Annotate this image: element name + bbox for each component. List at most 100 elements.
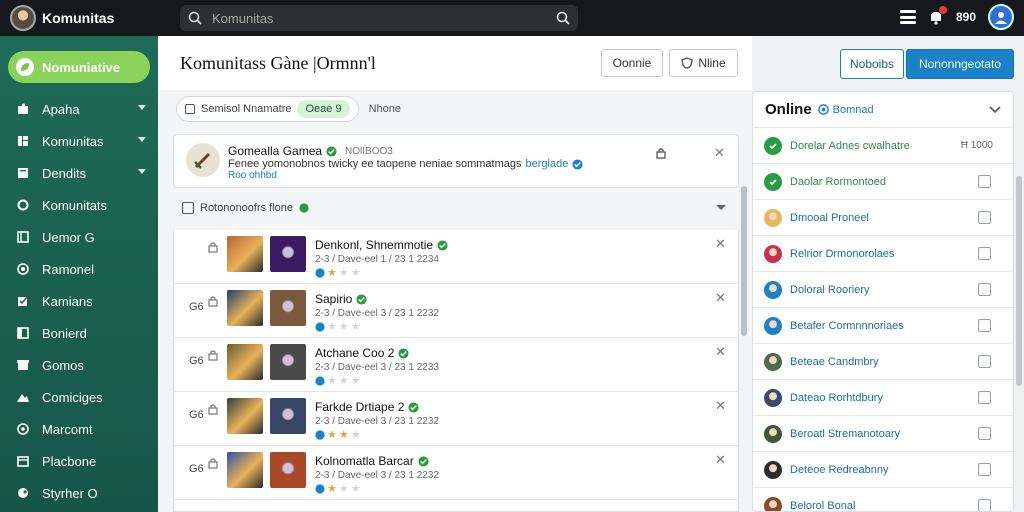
close-icon[interactable]: ✕ (715, 452, 726, 468)
game-thumbnail[interactable] (270, 290, 306, 326)
right-button-secondary[interactable]: Noboibs (840, 49, 904, 79)
friend-row[interactable]: Daolar Rormontoed (753, 164, 1013, 200)
brand[interactable]: Komunitas (0, 5, 170, 31)
friend-checkbox[interactable] (978, 211, 991, 224)
checkbox-icon[interactable] (185, 104, 195, 114)
friend-checkbox[interactable] (978, 247, 991, 260)
lock-icon[interactable] (208, 241, 218, 256)
friend-name[interactable]: Dateao Rorhtdbury (790, 392, 883, 404)
friend-row[interactable]: Dmooal Proneel (753, 200, 1013, 236)
sidebar-item[interactable]: Dendits (0, 157, 158, 189)
chevron-down-icon[interactable] (138, 169, 146, 175)
game-name[interactable]: Denkonl, Shnemmotie (315, 238, 433, 252)
game-name[interactable]: Kolnomatla Barcar (315, 454, 414, 468)
sidebar-cta-button[interactable]: Nomuniative (8, 51, 150, 83)
friend-row[interactable]: Relrior Drmonorolaes (753, 236, 1013, 272)
chevron-down-icon[interactable] (715, 204, 727, 212)
friend-row[interactable]: Belorol Bonal (753, 488, 1013, 512)
lock-icon[interactable] (208, 349, 218, 364)
right-scrollbar[interactable] (1016, 176, 1022, 386)
featured-more-link[interactable]: Roo ohhbd (228, 170, 277, 181)
friend-avatar[interactable] (764, 352, 782, 371)
scrollbar[interactable] (741, 186, 747, 336)
friend-avatar[interactable] (764, 424, 782, 443)
sidebar-item[interactable]: Styrher O (0, 477, 158, 509)
friend-avatar[interactable] (764, 460, 782, 479)
game-name[interactable]: Sapirio (315, 292, 352, 306)
lock-icon[interactable] (655, 147, 667, 162)
sidebar-item[interactable]: Komunitas (0, 125, 158, 157)
filter-chip[interactable]: Semisol Nnamatre Oeae 9 (176, 96, 359, 122)
friend-name[interactable]: Belorol Bonal (790, 500, 855, 512)
friend-avatar[interactable] (764, 388, 782, 407)
friend-avatar[interactable] (764, 208, 782, 227)
close-icon[interactable]: ✕ (715, 290, 726, 306)
search-bar[interactable] (180, 5, 578, 31)
friend-checkbox[interactable] (978, 319, 991, 332)
game-thumbnail[interactable] (270, 344, 306, 380)
chevron-down-icon[interactable] (138, 105, 146, 111)
sidebar-item[interactable]: Kamians (0, 285, 158, 317)
close-icon[interactable]: ✕ (715, 398, 726, 414)
friend-checkbox[interactable] (978, 427, 991, 440)
friend-name[interactable]: Deteoe Redreabnny (790, 464, 888, 476)
search-submit-icon[interactable] (556, 11, 570, 25)
game-thumbnail[interactable] (270, 452, 306, 488)
close-icon[interactable]: ✕ (714, 145, 725, 161)
friend-avatar[interactable] (764, 496, 782, 511)
table-row[interactable]: Denkonl, Shnemmotie 2-3 / Dave-eel 1 / 23… (174, 230, 738, 284)
friend-row[interactable]: Betafer Cormnnnoriaes (753, 308, 1013, 344)
sidebar-item[interactable]: Bonierd (0, 317, 158, 349)
game-thumbnail[interactable] (227, 236, 263, 272)
sidebar-item[interactable]: Ramonel (0, 253, 158, 285)
game-thumbnail[interactable] (270, 398, 306, 434)
lock-icon[interactable] (208, 295, 218, 310)
friend-name[interactable]: Beteae Candmbry (790, 356, 879, 368)
game-name[interactable]: Atchane Coo 2 (315, 346, 394, 360)
game-thumbnail[interactable] (227, 452, 263, 488)
friend-name[interactable]: Dorelar Adnes cwalhatre (790, 140, 910, 152)
online-header[interactable]: Online Bomnad (753, 92, 1013, 128)
sidebar-item[interactable]: Apaha (0, 93, 158, 125)
table-row[interactable]: G6 Farkde Drtiape 2 2-3 / Dave-eel 3 / 23 … (174, 392, 738, 446)
menu-icon[interactable] (899, 10, 916, 24)
notification-icon[interactable] (928, 6, 947, 25)
game-thumbnail[interactable] (227, 398, 263, 434)
game-thumbnail[interactable] (227, 344, 263, 380)
user-avatar[interactable] (10, 5, 36, 31)
close-icon[interactable]: ✕ (715, 344, 726, 360)
profile-avatar[interactable] (988, 4, 1014, 30)
friend-name[interactable]: Relrior Drmonorolaes (790, 248, 895, 260)
lock-icon[interactable] (208, 457, 218, 472)
checkbox-icon[interactable] (182, 202, 194, 214)
close-icon[interactable]: ✕ (715, 236, 726, 252)
friend-avatar[interactable] (764, 316, 782, 335)
friend-checkbox[interactable] (978, 499, 991, 511)
section-header[interactable]: Rotononoofrs flone (182, 202, 727, 214)
sidebar-item[interactable]: Uemor G (0, 221, 158, 253)
friend-row[interactable]: Beteae Candmbry (753, 344, 1013, 380)
friend-row[interactable]: Dateao Rorhtdbury (753, 380, 1013, 416)
right-button-primary[interactable]: Nononngeotato (906, 49, 1014, 79)
sidebar-item[interactable]: Comiciges (0, 381, 158, 413)
friend-checkbox[interactable] (978, 463, 991, 476)
table-row[interactable]: G6 Sapirio 2-3 / Dave-eel 3 / 23 1 2232 ★ ★ ★… (174, 284, 738, 338)
friend-name[interactable]: Dmooal Proneel (790, 212, 869, 224)
game-name[interactable]: Farkde Drtiape 2 (315, 400, 404, 414)
sidebar-item[interactable]: Komunitats (0, 189, 158, 221)
friend-name[interactable]: Betafer Cormnnnoriaes (790, 320, 904, 332)
friend-avatar[interactable] (764, 244, 782, 263)
lock-icon[interactable] (208, 403, 218, 418)
sidebar-item[interactable]: Marcomt (0, 413, 158, 445)
search-input[interactable] (212, 10, 556, 26)
table-row[interactable]: G6 Kolnomatla Barcar 2-3 / Dave-eel 3 / 23… (174, 446, 738, 500)
friend-checkbox[interactable] (978, 355, 991, 368)
chevron-down-icon[interactable] (989, 105, 1001, 114)
filter-tail-label[interactable]: Nhone (369, 103, 401, 115)
sidebar-item[interactable]: Placbone (0, 445, 158, 477)
friend-name[interactable]: Doloral Rooriery (790, 284, 869, 296)
filter-chip-active[interactable]: Oeae 9 (297, 100, 350, 118)
featured-group-card[interactable]: Gomealla Gamea NOlIBOO3 Fenee yomonobnos… (173, 134, 739, 188)
friend-row[interactable]: Beroatl Stremanotoary (753, 416, 1013, 452)
sidebar-item[interactable]: Gomos (0, 349, 158, 381)
